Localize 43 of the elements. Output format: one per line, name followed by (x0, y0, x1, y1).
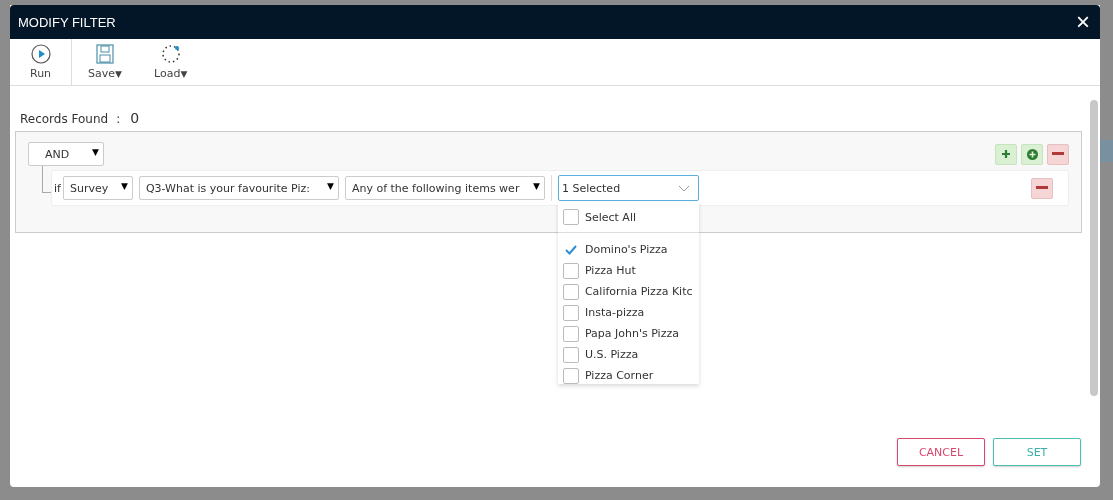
minus-icon (1052, 152, 1064, 156)
play-icon (30, 44, 51, 64)
plus-circle-icon (1026, 148, 1038, 160)
dialog-title: MODIFY FILTER (18, 14, 116, 30)
minus-icon (1036, 186, 1048, 190)
match-dropdown[interactable]: Any of the following items wer ▼ (344, 176, 545, 200)
run-button[interactable]: Run (10, 39, 73, 85)
option-item[interactable]: Domino's Pizza (557, 239, 699, 260)
add-group-button[interactable] (1021, 143, 1043, 165)
checkbox[interactable] (562, 325, 579, 342)
question-dropdown[interactable]: Q3-What is your favourite Piz: ▼ (138, 176, 339, 200)
option-item[interactable]: Papa John's Pizza (557, 323, 699, 344)
background-row (1100, 140, 1113, 162)
source-dropdown[interactable]: Survey ▼ (62, 176, 133, 200)
cancel-button[interactable]: CANCEL (897, 438, 985, 466)
load-button[interactable]: Load▼ (138, 39, 204, 85)
plus-icon (1001, 149, 1011, 159)
option-item[interactable]: Pizza Corner (557, 365, 699, 384)
spinner-icon (160, 44, 181, 64)
remove-button[interactable] (1047, 143, 1069, 165)
checkbox[interactable] (562, 262, 579, 279)
if-label: if (54, 181, 61, 195)
scrollbar[interactable] (1090, 100, 1098, 396)
option-item[interactable]: U.S. Pizza (557, 344, 699, 365)
option-item[interactable]: Insta-pizza (557, 302, 699, 323)
remove-condition-button[interactable] (1031, 177, 1053, 199)
option-item[interactable]: Pizza Hut (557, 260, 699, 281)
save-button[interactable]: Save▼ (72, 39, 139, 85)
option-item[interactable]: Select All (557, 202, 699, 233)
records-separator: : (116, 112, 121, 126)
checkbox[interactable] (562, 283, 579, 300)
value-dropdown[interactable]: 1 Selected (557, 175, 699, 201)
records-label: Records Found (20, 112, 109, 126)
add-button[interactable] (995, 143, 1017, 165)
checkbox[interactable] (562, 367, 579, 384)
records-count: 0 (130, 110, 140, 126)
checkbox[interactable] (562, 209, 579, 225)
checkbox[interactable] (562, 346, 579, 363)
close-button[interactable]: × (1074, 10, 1092, 34)
operator-dropdown[interactable]: AND ▼ (28, 142, 104, 166)
checkbox[interactable] (562, 304, 579, 321)
option-item[interactable]: California Pizza Kitc (557, 281, 699, 302)
chevron-down-icon (677, 184, 690, 192)
